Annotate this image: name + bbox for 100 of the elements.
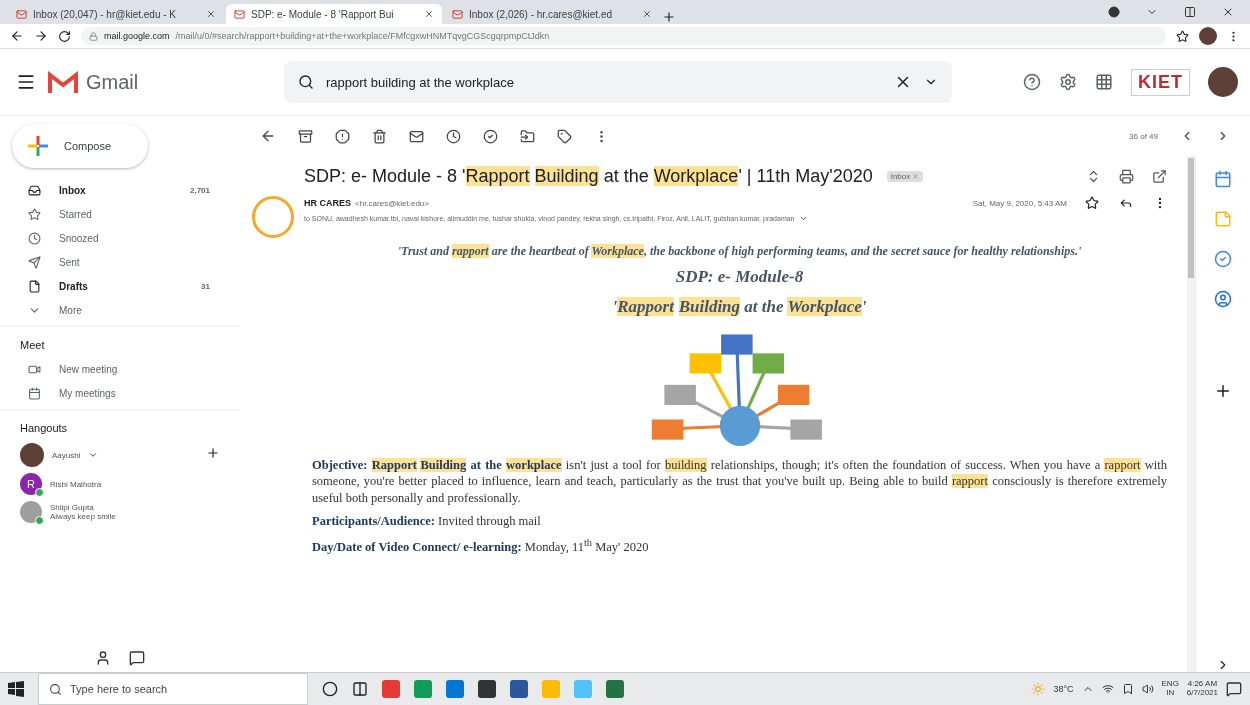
label-chip[interactable]: Inbox (886, 170, 924, 182)
avatar[interactable] (1208, 67, 1238, 97)
contact-name: Rishi Malhotra (50, 479, 102, 489)
weather-icon (1031, 682, 1046, 696)
restore-icon (1184, 6, 1196, 18)
clock-icon (446, 128, 461, 144)
contact-item[interactable]: R Rishi Malhotra (0, 470, 240, 498)
unread-count: 31 (201, 281, 210, 291)
mail-icon (16, 8, 27, 20)
tasks-icon (1214, 250, 1232, 268)
date-text: Day/Date of Video Connect/ e-learning: Monday, 11$^{th}$ May' 2020 (312, 536, 650, 557)
participants-text: Participants/Audience: Invited through mail (312, 513, 542, 531)
caret-icon (88, 450, 99, 460)
add-icon (206, 446, 220, 460)
settings-icon (1059, 73, 1077, 91)
reply-icon (1119, 196, 1133, 210)
network-icon (1101, 683, 1114, 695)
user-name[interactable]: Aayushi (52, 450, 81, 460)
search-field[interactable]: rapport building at the workplace (284, 61, 952, 103)
avatar[interactable] (1199, 27, 1217, 45)
sidebar-item[interactable]: Sent (0, 250, 240, 274)
clock[interactable]: 4:26 AM 6/7/2021 (1186, 680, 1218, 698)
file-icon (28, 279, 41, 293)
sidebar-item[interactable]: New meeting (0, 357, 240, 381)
inbox-icon (28, 183, 41, 197)
move-icon (520, 128, 535, 144)
help-icon (1023, 73, 1041, 91)
section-title: Meet (0, 326, 240, 357)
sender-logo (252, 196, 294, 238)
person-icon (95, 650, 111, 666)
calendar-icon (1214, 170, 1232, 188)
archive-icon (298, 128, 313, 144)
org-logo[interactable]: KIET (1131, 68, 1190, 96)
email-subject: SDP: e- Module - 8 'Rapport Building at the Workplace' | 11th May'2020 (304, 165, 873, 187)
sidebar-item[interactable]: More (0, 298, 240, 322)
reload-icon (58, 29, 71, 43)
clock-icon (28, 231, 41, 245)
send-icon (28, 255, 41, 269)
sidebar-item[interactable]: Inbox 2,701 (0, 178, 240, 202)
contacts-icon (1214, 290, 1232, 308)
language-indicator[interactable]: ENG IN (1161, 680, 1179, 698)
weather-text: 38°C (1053, 684, 1074, 694)
notification-icon (1226, 681, 1242, 697)
new-tab-icon (662, 10, 676, 24)
forward-icon (34, 29, 48, 43)
address-bar[interactable]: mail.google.com /mail/u/0/#search/rapport+building+at+the+workplace/FMfcgxwHNMTqvgCGScgqrpmpCtJdkn (81, 27, 1166, 45)
calendar-icon (28, 386, 41, 400)
app-name: Gmail (86, 70, 139, 94)
search-icon (49, 682, 62, 696)
section-title: Hangouts (0, 409, 240, 440)
browser-tab[interactable]: SDP: e- Module - 8 'Rapport Bui (226, 4, 442, 24)
apps-grid-icon (1095, 73, 1113, 91)
add-icon (1214, 382, 1232, 400)
browser-tab[interactable]: Inbox (20,047) - hr@kiet.edu - K (8, 4, 224, 24)
star-icon (28, 207, 41, 221)
add-task-icon (483, 128, 498, 144)
scrollbar-thumb[interactable] (1188, 158, 1194, 278)
mail-icon (452, 8, 463, 20)
mail-icon (234, 8, 245, 20)
objective-paragraph: Objective: Rapport Building at the workplace isn't just a tool for building relationships, though; it's often the foundation of success. When you have a rapport with someone, you're better placed to influence, learn and teach, particularly as the trust that you've built up. Being able to build rapport consciously is therefore extremely useful both personally and professionally. (312, 456, 1167, 508)
email-date: Sat, May 9, 2020, 5:43 AM (972, 198, 1067, 208)
module-heading: SDP: e- Module-8 (675, 266, 804, 288)
task-view-icon (352, 681, 368, 697)
cortana-icon (322, 681, 338, 697)
back-icon (10, 29, 24, 43)
sidebar-item[interactable]: Starred (0, 202, 240, 226)
contact-name: Shilpi Gupta (50, 503, 95, 512)
star-icon (1085, 196, 1099, 210)
close-icon (912, 172, 920, 180)
sidebar-item[interactable]: My meetings (0, 381, 240, 405)
sender-email: <hr.cares@kiet.edu> (355, 198, 429, 208)
mail-icon (409, 128, 424, 144)
contact-item[interactable]: Shilpi Gupta Always keep smile (0, 498, 240, 526)
windows-start-icon[interactable] (8, 681, 24, 697)
menu-icon (16, 72, 36, 92)
volume-icon (1141, 683, 1154, 695)
close-icon (642, 9, 652, 19)
avatar (20, 443, 44, 467)
profile-icon (1108, 6, 1120, 18)
plus-icon (26, 134, 50, 158)
lock-icon (89, 31, 98, 41)
quote-text: 'Trust and rapport are the heartbeat of Workplace, the backbone of high performing teams, and the secret sauce for healthy relationships.' (397, 244, 1082, 259)
label-icon (557, 128, 572, 144)
search-icon (298, 74, 314, 90)
compose-button[interactable]: Compose (12, 124, 148, 168)
caret-icon (798, 214, 808, 223)
taskbar-search-field[interactable]: Type here to search (38, 673, 308, 705)
sidebar-item[interactable]: Snoozed (0, 226, 240, 250)
mail-logo-icon (48, 71, 78, 93)
sender-name: HR CARES (304, 198, 351, 208)
star-icon (1176, 29, 1189, 43)
spam-icon (335, 128, 350, 144)
close-icon (206, 9, 216, 19)
close-icon (424, 9, 434, 19)
chat-icon (129, 650, 145, 666)
sidebar-item[interactable]: Drafts 31 (0, 274, 240, 298)
browser-tab[interactable]: Inbox (2,026) - hr.cares@kiet.ed (444, 4, 660, 24)
avatar: R (20, 473, 42, 495)
note-icon (1214, 210, 1232, 228)
message-counter: 36 of 49 (1129, 131, 1158, 141)
